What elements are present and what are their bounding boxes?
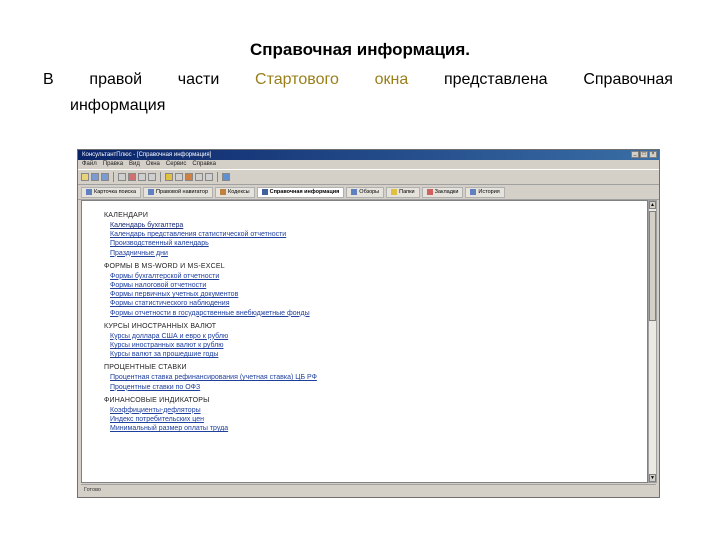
info-link[interactable]: Индекс потребительских цен bbox=[110, 415, 647, 424]
minimize-icon[interactable]: _ bbox=[631, 151, 639, 158]
tab-label: Закладки bbox=[434, 189, 459, 195]
refresh-icon[interactable] bbox=[138, 173, 146, 181]
toolbar-divider bbox=[160, 172, 161, 182]
tab-history[interactable]: История bbox=[465, 186, 505, 198]
mail-icon[interactable] bbox=[205, 173, 213, 181]
reference-info-panel: КАЛЕНДАРИ Календарь бухгалтера Календарь… bbox=[81, 200, 648, 483]
window-controls: _ □ × bbox=[631, 151, 657, 158]
vertical-scrollbar[interactable]: ▲ ▼ bbox=[648, 200, 657, 483]
tab-reviews[interactable]: Обзоры bbox=[346, 186, 385, 198]
slide-word: правой bbox=[89, 71, 143, 88]
slide-word-highlight: окна bbox=[374, 71, 409, 88]
section-heading: ФИНАНСОВЫЕ ИНДИКАТОРЫ bbox=[104, 396, 210, 404]
menu-item-service[interactable]: Сервис bbox=[166, 160, 187, 169]
delete-icon[interactable] bbox=[128, 173, 136, 181]
toolbar-divider bbox=[113, 172, 114, 182]
tab-bookmarks[interactable]: Закладки bbox=[421, 186, 464, 198]
info-link[interactable]: Минимальный размер оплаты труда bbox=[110, 424, 647, 433]
tab-label: Справочная информация bbox=[269, 189, 340, 195]
window-title: КонсультантПлюс - [Справочная информация… bbox=[82, 152, 212, 158]
info-link[interactable]: Формы отчетности в государственные внебю… bbox=[110, 309, 647, 318]
find-icon[interactable] bbox=[195, 173, 203, 181]
codex-icon bbox=[220, 189, 227, 195]
back-icon[interactable] bbox=[91, 173, 99, 181]
bookmark-icon[interactable] bbox=[165, 173, 173, 181]
folder-icon[interactable] bbox=[81, 173, 89, 181]
slide-title: Справочная информация. bbox=[249, 40, 471, 59]
info-link[interactable]: Процентные ставки по ОФЗ bbox=[110, 383, 647, 392]
tab-label: Обзоры bbox=[359, 189, 380, 195]
info-link[interactable]: Производственный календарь bbox=[110, 239, 647, 248]
folder-icon bbox=[391, 189, 398, 195]
menu-bar: Файл Правка Вид Окна Сервис Справка bbox=[78, 160, 659, 169]
help-icon[interactable] bbox=[222, 173, 230, 181]
tab-label: История bbox=[478, 189, 500, 195]
info-icon bbox=[261, 189, 268, 195]
info-link[interactable]: Курсы иностранных валют к рублю bbox=[110, 341, 647, 350]
tab-label: Папки bbox=[399, 189, 415, 195]
toolbar bbox=[78, 169, 659, 185]
section-heading: КУРСЫ ИНОСТРАННЫХ ВАЛЮТ bbox=[104, 322, 217, 330]
section-forms: ФОРМЫ В MS-WORD И MS-EXCEL Формы бухгалт… bbox=[104, 262, 647, 318]
section-heading: ФОРМЫ В MS-WORD И MS-EXCEL bbox=[104, 262, 225, 270]
menu-item-file[interactable]: Файл bbox=[82, 160, 97, 169]
copy-icon[interactable] bbox=[118, 173, 126, 181]
info-link[interactable]: Коэффициенты-дефляторы bbox=[110, 406, 647, 415]
info-link[interactable]: Календарь представления статистической о… bbox=[110, 230, 647, 239]
slide-word: части bbox=[177, 71, 220, 88]
print-icon[interactable] bbox=[148, 173, 156, 181]
section-interest-rates: ПРОЦЕНТНЫЕ СТАВКИ Процентная ставка рефи… bbox=[104, 363, 647, 391]
save-icon[interactable] bbox=[175, 173, 183, 181]
tab-label: Правовой навигатор bbox=[156, 189, 209, 195]
info-link[interactable]: Процентная ставка рефинансирования (учет… bbox=[110, 373, 647, 382]
app-window: КонсультантПлюс - [Справочная информация… bbox=[77, 149, 660, 498]
toolbar-divider bbox=[217, 172, 218, 182]
section-heading: КАЛЕНДАРИ bbox=[104, 212, 149, 219]
scrollbar-thumb[interactable] bbox=[649, 211, 656, 321]
info-link[interactable]: Курсы валют за прошедшие годы bbox=[110, 350, 647, 359]
reviews-icon bbox=[351, 189, 358, 195]
tab-navigator[interactable]: Правовой навигатор bbox=[143, 186, 214, 198]
section-currency-rates: КУРСЫ ИНОСТРАННЫХ ВАЛЮТ Курсы доллара СШ… bbox=[104, 322, 647, 360]
tab-label: Карточка поиска bbox=[94, 189, 137, 195]
menu-item-help[interactable]: Справка bbox=[192, 160, 216, 169]
slide-word: представлена bbox=[443, 71, 548, 88]
info-link[interactable]: Формы налоговой отчетности bbox=[110, 281, 647, 290]
scroll-down-icon[interactable]: ▼ bbox=[649, 474, 656, 482]
slide-text-line-1: В правой части Стартового окна представл… bbox=[43, 71, 673, 89]
slide-word-highlight: Стартового bbox=[255, 71, 339, 88]
window-titlebar[interactable]: КонсультантПлюс - [Справочная информация… bbox=[78, 150, 659, 160]
section-calendars: КАЛЕНДАРИ Календарь бухгалтера Календарь… bbox=[104, 211, 647, 258]
start-tab-bar: Карточка поиска Правовой навигатор Кодек… bbox=[78, 185, 659, 200]
status-bar: Готово bbox=[81, 484, 656, 495]
slide-text-line-2: информация bbox=[70, 97, 166, 114]
close-icon[interactable]: × bbox=[649, 151, 657, 158]
tab-codex[interactable]: Кодексы bbox=[215, 186, 255, 198]
menu-item-view[interactable]: Вид bbox=[129, 160, 140, 169]
tab-reference-info[interactable]: Справочная информация bbox=[256, 186, 345, 198]
info-link[interactable]: Праздничные дни bbox=[110, 249, 647, 258]
bookmark-icon bbox=[426, 189, 433, 195]
slide-word: Справочная bbox=[583, 71, 673, 88]
info-link[interactable]: Формы бухгалтерской отчетности bbox=[110, 272, 647, 281]
menu-item-edit[interactable]: Правка bbox=[103, 160, 123, 169]
menu-item-windows[interactable]: Окна bbox=[146, 160, 160, 169]
info-link[interactable]: Формы статистического наблюдения bbox=[110, 299, 647, 308]
slide-word: В bbox=[43, 71, 54, 88]
info-link[interactable]: Курсы доллара США и евро к рублю bbox=[110, 332, 647, 341]
scroll-up-icon[interactable]: ▲ bbox=[649, 201, 656, 209]
info-link[interactable]: Формы первичных учетных документов bbox=[110, 290, 647, 299]
tab-search-card[interactable]: Карточка поиска bbox=[81, 186, 142, 198]
section-heading: ПРОЦЕНТНЫЕ СТАВКИ bbox=[104, 364, 187, 372]
section-financial-indicators: ФИНАНСОВЫЕ ИНДИКАТОРЫ Коэффициенты-дефля… bbox=[104, 396, 647, 434]
tab-label: Кодексы bbox=[228, 189, 250, 195]
tab-folders[interactable]: Папки bbox=[386, 186, 420, 198]
info-link[interactable]: Календарь бухгалтера bbox=[110, 221, 647, 230]
history-icon bbox=[470, 189, 477, 195]
search-card-icon bbox=[86, 189, 92, 195]
word-export-icon[interactable] bbox=[185, 173, 193, 181]
maximize-icon[interactable]: □ bbox=[640, 151, 648, 158]
forward-icon[interactable] bbox=[101, 173, 109, 181]
navigator-icon bbox=[148, 189, 155, 195]
